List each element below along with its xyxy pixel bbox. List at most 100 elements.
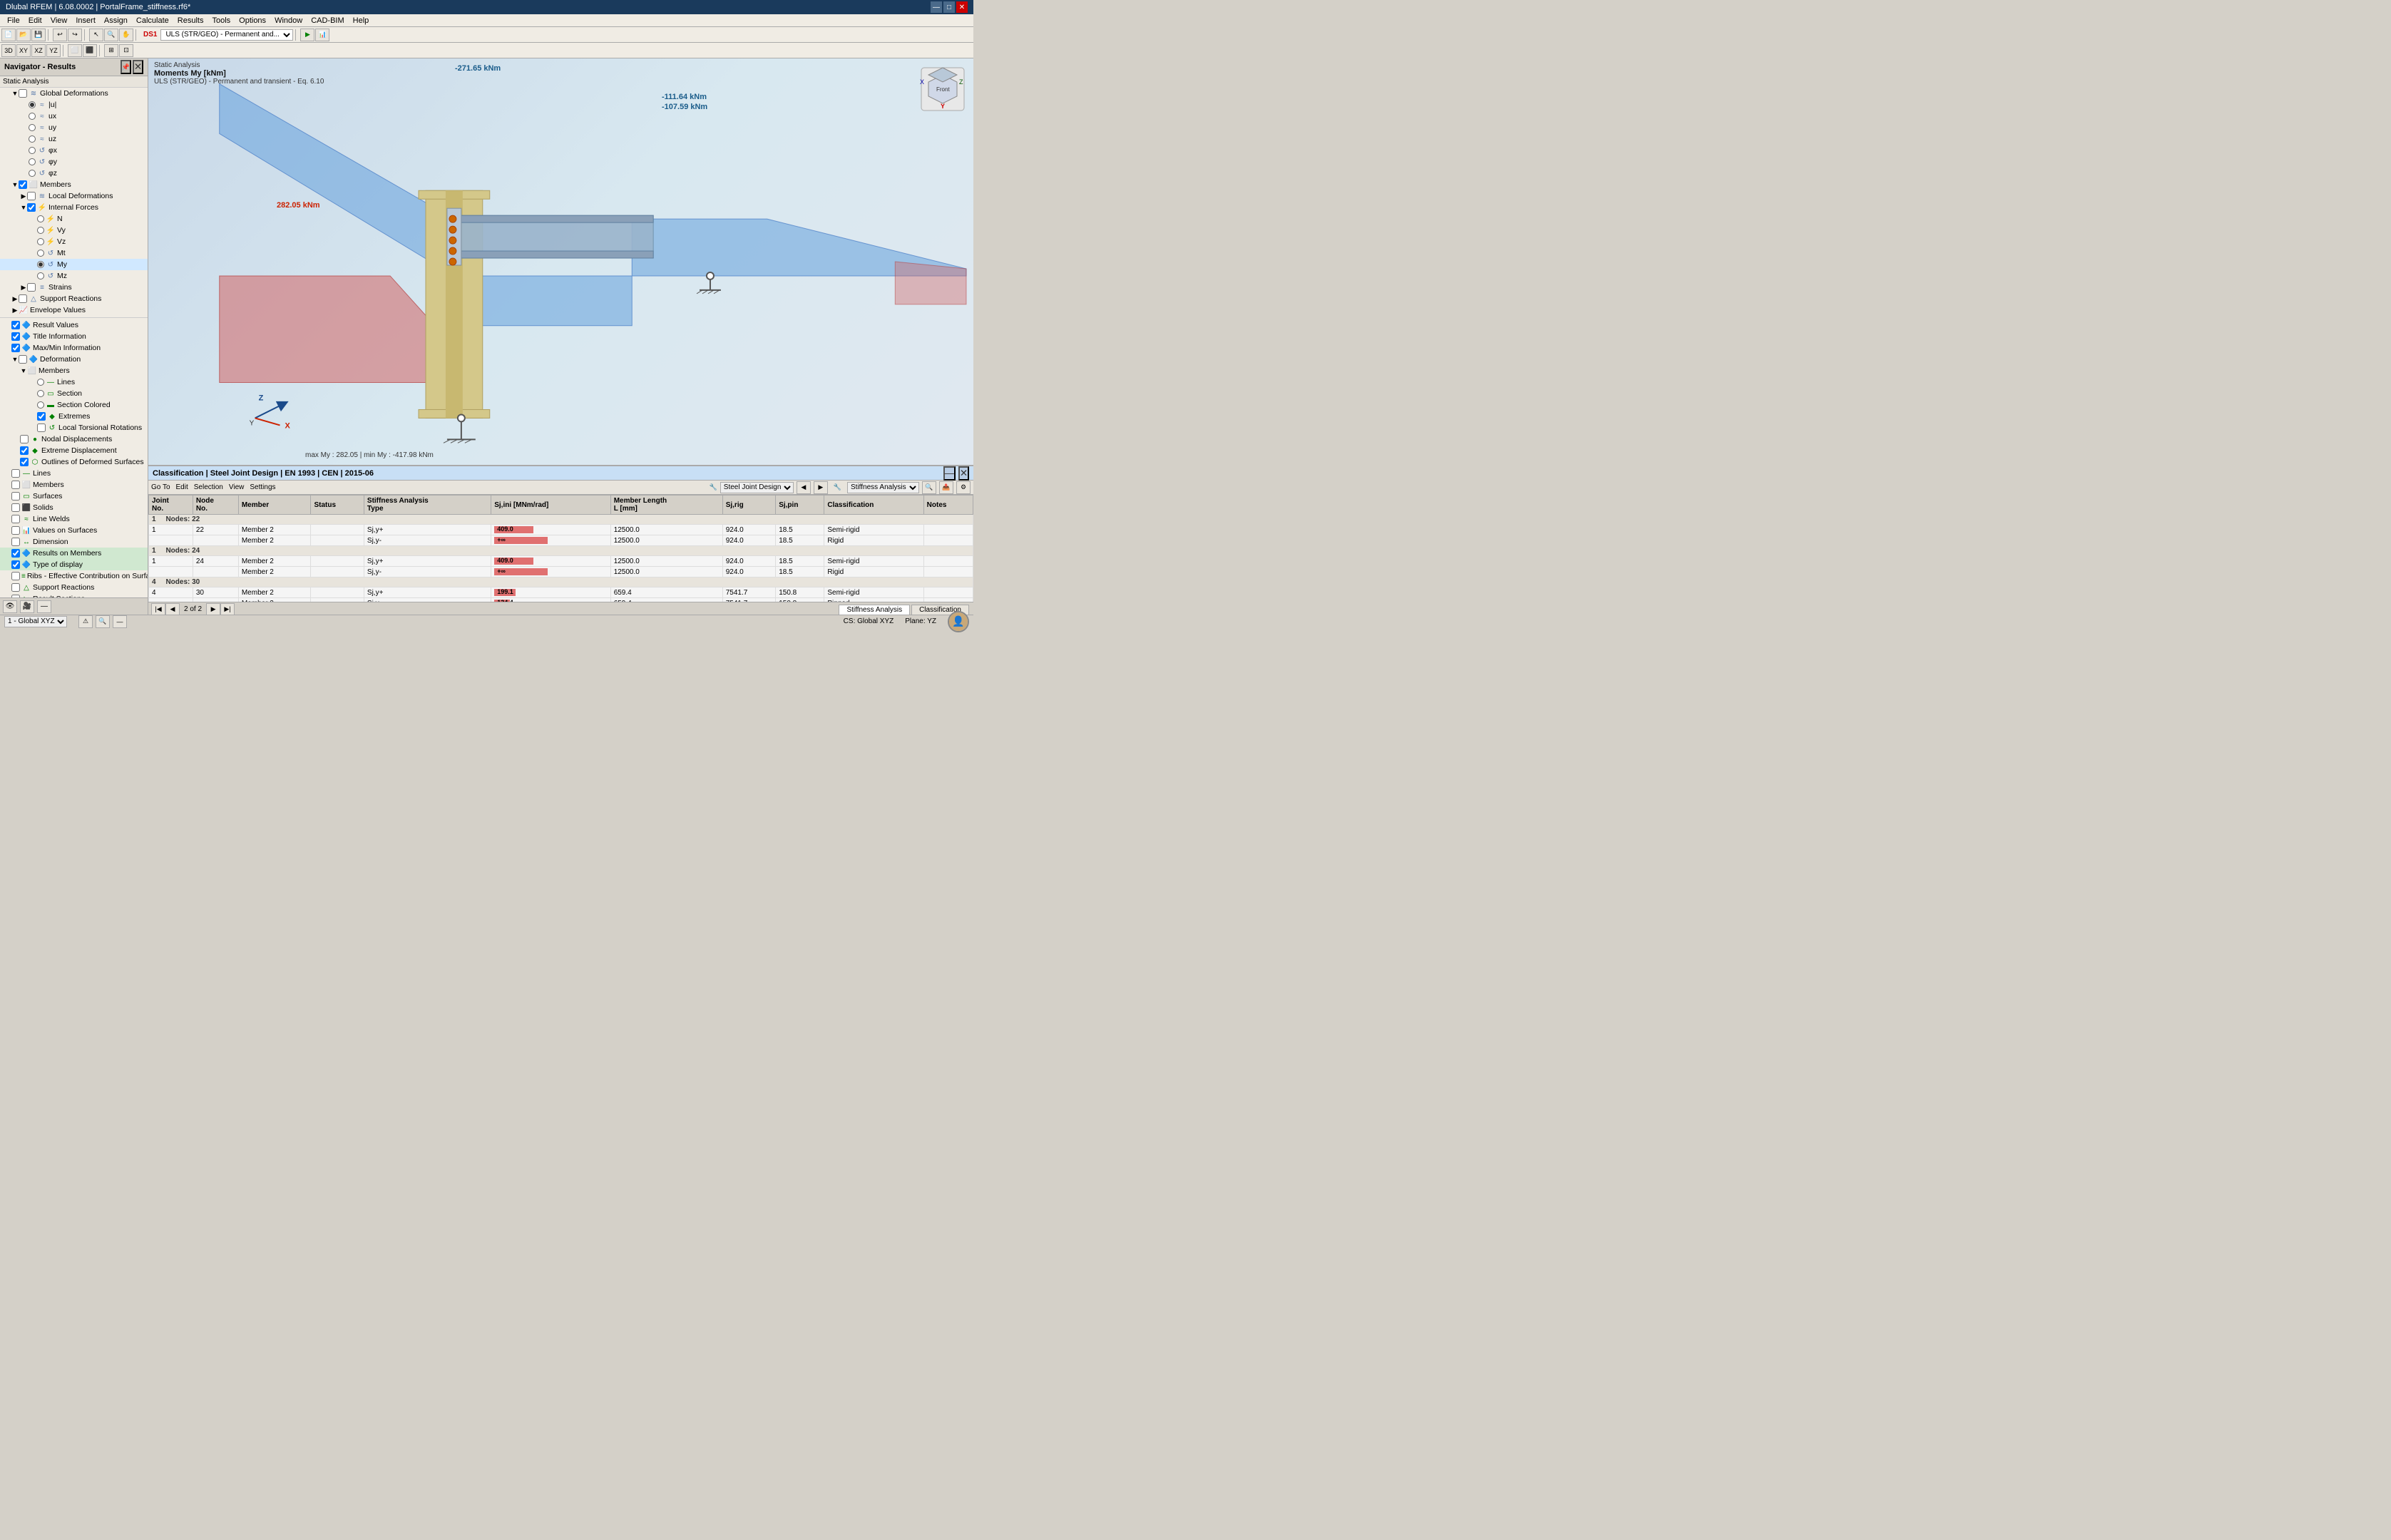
table-row[interactable]: Member 2 Sj,y- +∞ 12500.0 924.0 <box>149 567 973 578</box>
radio-Vz[interactable] <box>37 238 44 245</box>
view-xy-btn[interactable]: XY <box>16 44 31 57</box>
load-case-dropdown[interactable]: ULS (STR/GEO) - Permanent and... <box>160 29 293 41</box>
view-3d-btn[interactable]: 3D <box>1 44 16 57</box>
results-on-members-cb[interactable] <box>11 549 20 558</box>
nav-support-reactions[interactable]: ▶ △ Support Reactions <box>0 293 148 304</box>
nav-uy[interactable]: ≈ uy <box>0 122 148 133</box>
nav-pin-btn[interactable]: 📌 <box>121 60 131 74</box>
menu-options[interactable]: Options <box>235 16 270 25</box>
filter-btn[interactable]: 🔍 <box>922 481 936 494</box>
menu-results[interactable]: Results <box>173 16 208 25</box>
strains-cb[interactable] <box>27 283 36 292</box>
analysis-dropdown[interactable]: Stiffness Analysis <box>847 482 919 493</box>
table-prev-btn[interactable]: ◀ <box>165 603 180 615</box>
nav-support-reactions-display[interactable]: △ Support Reactions <box>0 582 148 593</box>
tab-stiffness-analysis[interactable]: Stiffness Analysis <box>839 605 910 615</box>
nav-phix[interactable]: ↺ φx <box>0 145 148 156</box>
nav-Vy[interactable]: ⚡ Vy <box>0 225 148 236</box>
menu-window[interactable]: Window <box>270 16 307 25</box>
settings-menu[interactable]: Settings <box>250 483 275 491</box>
nav-internal-forces[interactable]: ▼ ⚡ Internal Forces <box>0 202 148 213</box>
prev-btn[interactable]: ◀ <box>797 481 811 494</box>
radio-uz[interactable] <box>29 135 36 143</box>
save-btn[interactable]: 💾 <box>31 29 46 41</box>
selection-menu[interactable]: Selection <box>194 483 223 491</box>
extremes-cb[interactable] <box>37 412 46 421</box>
surfaces-cb[interactable] <box>11 492 20 500</box>
radio-uy[interactable] <box>29 124 36 131</box>
select-btn[interactable]: ↖ <box>89 29 103 41</box>
menu-file[interactable]: File <box>3 16 24 25</box>
title-info-cb[interactable] <box>11 332 20 341</box>
deform-display-cb[interactable] <box>19 355 27 364</box>
menu-calculate[interactable]: Calculate <box>132 16 173 25</box>
nav-line-welds[interactable]: ≈ Line Welds <box>0 513 148 525</box>
minimize-button[interactable]: — <box>931 1 942 13</box>
nav-solids[interactable]: ⬛ Solids <box>0 502 148 513</box>
solids-cb[interactable] <box>11 503 20 512</box>
zoom-all-btn[interactable]: ⊞ <box>104 44 118 57</box>
nav-results-on-members[interactable]: 🔷 Results on Members <box>0 548 148 559</box>
support-react-cb[interactable] <box>11 583 20 592</box>
table-next-btn[interactable]: ▶ <box>206 603 220 615</box>
nodal-disp-cb[interactable] <box>20 435 29 443</box>
solid-btn[interactable]: ⬛ <box>83 44 97 57</box>
nav-close-btn[interactable]: ✕ <box>133 60 143 74</box>
view-xz-btn[interactable]: XZ <box>31 44 46 57</box>
table-first-btn[interactable]: |◀ <box>151 603 165 615</box>
radio-My[interactable] <box>37 261 44 268</box>
internal-forces-cb[interactable] <box>27 203 36 212</box>
nav-dimension[interactable]: ↔ Dimension <box>0 536 148 548</box>
bottom-close-btn[interactable]: ✕ <box>958 466 969 481</box>
menu-tools[interactable]: Tools <box>208 16 235 25</box>
nav-phiz[interactable]: ↺ φz <box>0 168 148 179</box>
table-last-btn[interactable]: ▶| <box>220 603 235 615</box>
nav-extremes[interactable]: ◆ Extremes <box>0 411 148 422</box>
radio-ux[interactable] <box>29 113 36 120</box>
radio-phiy[interactable] <box>29 158 36 165</box>
radio-section-colored[interactable] <box>37 401 44 409</box>
extreme-disp-cb[interactable] <box>20 446 29 455</box>
local-torsional-cb[interactable] <box>37 423 46 432</box>
support-cb[interactable] <box>19 294 27 303</box>
radio-phix[interactable] <box>29 147 36 154</box>
nav-My[interactable]: ↺ My <box>0 259 148 270</box>
bottom-minimize-btn[interactable]: — <box>943 466 956 481</box>
open-btn[interactable]: 📂 <box>16 29 31 41</box>
menu-assign[interactable]: Assign <box>100 16 132 25</box>
nav-lines[interactable]: — Lines <box>0 376 148 388</box>
nav-icon-btn-2[interactable]: 🎥 <box>20 600 34 613</box>
radio-Mz[interactable] <box>37 272 44 279</box>
menu-view[interactable]: View <box>46 16 72 25</box>
nav-title-info[interactable]: 🔷 Title Information <box>0 331 148 342</box>
type-display-cb[interactable] <box>11 560 20 569</box>
nav-icon-btn-1[interactable]: 👁 <box>3 600 17 613</box>
status-icon-2[interactable]: 🔍 <box>96 615 110 628</box>
nav-type-of-display[interactable]: 🔷 Type of display <box>0 559 148 570</box>
dimension-cb[interactable] <box>11 538 20 546</box>
radio-Vy[interactable] <box>37 227 44 234</box>
settings-btn[interactable]: ⚙ <box>956 481 971 494</box>
status-icon-1[interactable]: ⚠ <box>78 615 93 628</box>
nav-ribs[interactable]: ≡ Ribs - Effective Contribution on Surfa… <box>0 570 148 582</box>
design-type-dropdown[interactable]: Steel Joint Design <box>720 482 794 493</box>
nav-outlines-deformed[interactable]: ⬡ Outlines of Deformed Surfaces <box>0 456 148 468</box>
nav-section-colored[interactable]: ▬ Section Colored <box>0 399 148 411</box>
view-yz-btn[interactable]: YZ <box>46 44 61 57</box>
maxmin-cb[interactable] <box>11 344 20 352</box>
menu-help[interactable]: Help <box>349 16 374 25</box>
table-row[interactable]: 1 24 Member 2 Sj,y+ 409.0 12 <box>149 556 973 567</box>
members-results-cb[interactable] <box>11 481 20 489</box>
menu-edit[interactable]: Edit <box>24 16 46 25</box>
nav-section[interactable]: ▭ Section <box>0 388 148 399</box>
close-button[interactable]: ✕ <box>956 1 968 13</box>
global-deform-cb[interactable] <box>19 89 27 98</box>
window-controls[interactable]: — □ ✕ <box>931 1 968 13</box>
wireframe-btn[interactable]: ⬜ <box>68 44 82 57</box>
goto-menu[interactable]: Go To <box>151 483 170 491</box>
nav-local-deform[interactable]: ▶ ≋ Local Deformations <box>0 190 148 202</box>
radio-Mt[interactable] <box>37 250 44 257</box>
undo-btn[interactable]: ↩ <box>53 29 67 41</box>
view-scale-dropdown[interactable]: 1 - Global XYZ <box>4 616 67 627</box>
radio-lines[interactable] <box>37 379 44 386</box>
